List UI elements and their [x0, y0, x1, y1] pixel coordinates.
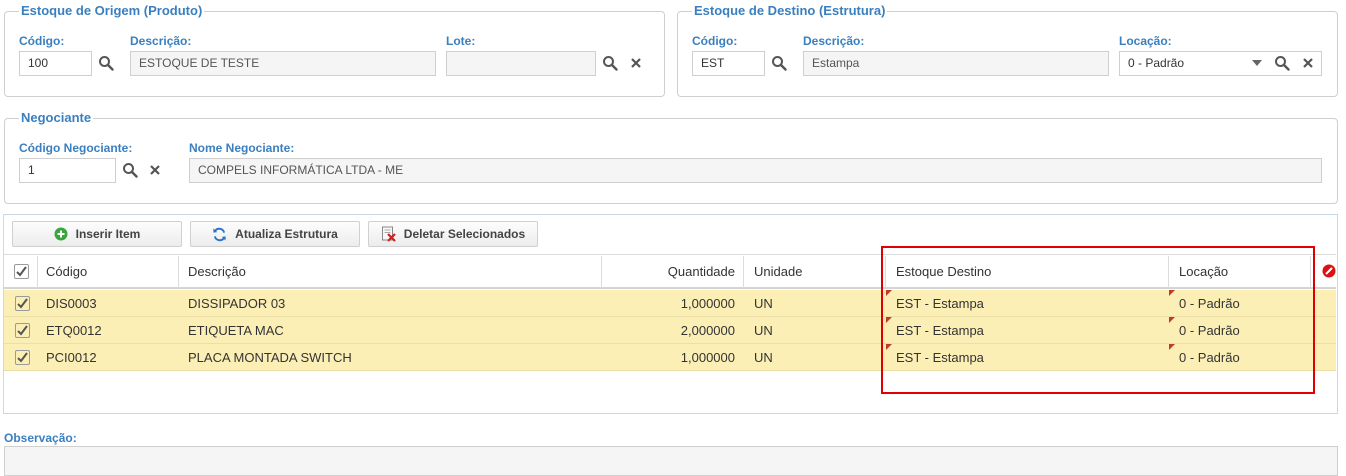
delete-doc-icon	[381, 226, 396, 242]
observacao-textarea[interactable]	[4, 446, 1338, 476]
cell-codigo: ETQ0012	[46, 323, 102, 338]
cell-codigo: DIS0003	[46, 296, 97, 311]
cell-descricao: DISSIPADOR 03	[188, 296, 286, 311]
origem-codigo-field[interactable]: 100	[19, 51, 92, 76]
row-checkbox[interactable]	[15, 296, 30, 311]
negociante-codigo-label: Código Negociante:	[19, 141, 133, 155]
clear-icon[interactable]	[627, 54, 645, 72]
cell-quantidade[interactable]: 2,000000	[601, 317, 735, 344]
clear-icon[interactable]	[1299, 54, 1317, 72]
locacao-select[interactable]: 0 - Padrão	[1119, 51, 1322, 76]
insert-item-button[interactable]: Inserir Item	[12, 221, 182, 247]
row-checkbox[interactable]	[15, 350, 30, 365]
refresh-icon	[212, 227, 227, 242]
highlight-annotation-box	[881, 246, 1315, 394]
origem-legend: Estoque de Origem (Produto)	[19, 3, 205, 19]
negociante-codigo-field[interactable]: 1	[19, 158, 116, 183]
insert-item-label: Inserir Item	[75, 227, 141, 241]
clear-icon[interactable]	[146, 161, 164, 179]
cell-descricao: ETIQUETA MAC	[188, 323, 284, 338]
column-divider	[178, 256, 179, 288]
add-circle-icon	[54, 227, 68, 241]
negociante-legend: Negociante	[19, 110, 94, 126]
update-structure-label: Atualiza Estrutura	[235, 227, 338, 241]
search-icon[interactable]	[601, 54, 619, 72]
column-header-unidade[interactable]: Unidade	[754, 256, 802, 288]
cell-codigo: PCI0012	[46, 350, 97, 365]
row-checkbox[interactable]	[15, 323, 30, 338]
destino-codigo-label: Código:	[692, 34, 738, 48]
column-divider	[37, 256, 38, 288]
column-header-quantidade[interactable]: Quantidade	[601, 256, 735, 288]
update-structure-button[interactable]: Atualiza Estrutura	[190, 221, 360, 247]
cell-unidade: UN	[754, 296, 773, 311]
delete-selected-label: Deletar Selecionados	[403, 227, 526, 241]
delete-selected-button[interactable]: Deletar Selecionados	[368, 221, 538, 247]
destino-legend: Estoque de Destino (Estrutura)	[692, 3, 888, 19]
cell-unidade: UN	[754, 350, 773, 365]
cell-quantidade[interactable]: 1,000000	[601, 344, 735, 371]
remove-icon[interactable]	[1320, 262, 1338, 280]
destino-locacao-label: Locação:	[1119, 34, 1172, 48]
origem-lote-label: Lote:	[446, 34, 476, 48]
destino-codigo-field[interactable]: EST	[692, 51, 765, 76]
observacao-label: Observação:	[4, 431, 77, 445]
cell-unidade: UN	[754, 323, 773, 338]
origem-codigo-label: Código:	[19, 34, 65, 48]
cell-quantidade[interactable]: 1,000000	[601, 290, 735, 317]
search-icon[interactable]	[121, 161, 139, 179]
column-divider	[743, 256, 744, 288]
negociante-nome-field: COMPELS INFORMÁTICA LTDA - ME	[189, 158, 1322, 183]
search-icon[interactable]	[97, 54, 115, 72]
column-header-codigo[interactable]: Código	[46, 256, 87, 288]
select-all-checkbox[interactable]	[14, 264, 29, 279]
destino-descricao-label: Descrição:	[803, 34, 865, 48]
search-icon[interactable]	[1273, 54, 1291, 72]
negociante-nome-label: Nome Negociante:	[189, 141, 295, 155]
origem-descricao-field: ESTOQUE DE TESTE	[130, 51, 436, 76]
cell-descricao: PLACA MONTADA SWITCH	[188, 350, 352, 365]
chevron-down-icon[interactable]	[1248, 54, 1266, 72]
origem-lote-field[interactable]	[446, 51, 596, 76]
destino-descricao-field: Estampa	[803, 51, 1109, 76]
search-icon[interactable]	[770, 54, 788, 72]
column-header-descricao[interactable]: Descrição	[188, 256, 246, 288]
locacao-select-value: 0 - Padrão	[1128, 56, 1185, 70]
origem-descricao-label: Descrição:	[130, 34, 192, 48]
